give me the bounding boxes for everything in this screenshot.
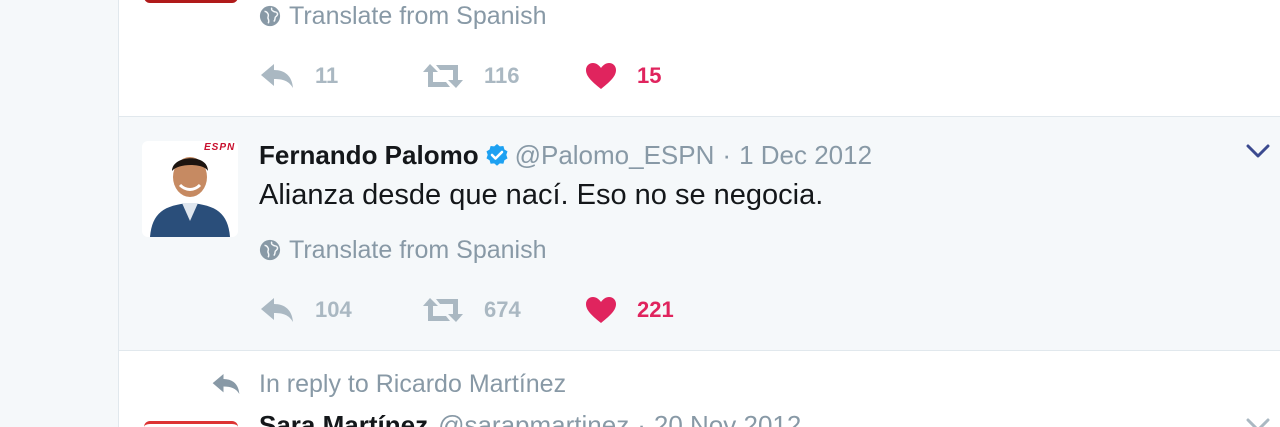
reply-count: 11 — [315, 63, 339, 88]
translate-label: Translate from Spanish — [289, 235, 547, 264]
reply-icon — [261, 64, 293, 88]
chevron-down-icon[interactable] — [1246, 417, 1270, 427]
tweet-header: Sara Martínez @sarapmartinez · 20 Nov 20… — [259, 407, 801, 427]
author-handle[interactable]: @Palomo_ESPN — [515, 140, 715, 171]
author-name[interactable]: Fernando Palomo — [259, 140, 479, 171]
separator: · — [637, 409, 646, 427]
globe-icon — [259, 239, 281, 261]
tweet-actions: 104 674 221 — [259, 292, 859, 328]
separator: · — [722, 139, 732, 170]
tweet-text: Alianza desde que nací. Eso no se negoci… — [259, 179, 824, 211]
avatar[interactable] — [144, 421, 238, 427]
heart-icon — [586, 297, 616, 323]
author-name[interactable]: Sara Martínez — [259, 410, 428, 427]
globe-icon — [259, 5, 281, 27]
tweet[interactable]: ESPN Fernando Palomo @Palomo_ESPN · 1 De… — [119, 117, 1280, 351]
like-button[interactable]: 15 — [585, 58, 661, 94]
tweet-actions: 11 116 15 — [259, 58, 859, 94]
like-count: 15 — [637, 63, 662, 88]
tweet-timestamp[interactable]: 1 Dec 2012 — [739, 140, 872, 171]
tweet[interactable]: In reply to Ricardo Martínez Sara Martín… — [119, 351, 1280, 427]
tweet-timestamp[interactable]: 20 Nov 2012 — [654, 410, 801, 427]
author-handle[interactable]: @sarapmartinez — [438, 410, 629, 427]
reply-count: 104 — [315, 297, 352, 322]
translate-link[interactable]: Translate from Spanish — [259, 235, 547, 265]
reply-button[interactable]: 104 — [259, 292, 352, 328]
retweet-count: 116 — [484, 63, 520, 88]
avatar[interactable] — [144, 0, 238, 3]
retweet-icon — [423, 298, 463, 322]
like-count: 221 — [637, 297, 674, 322]
avatar-badge: ESPN — [204, 142, 236, 153]
retweet-count: 674 — [484, 297, 521, 322]
reply-button[interactable]: 11 — [259, 58, 338, 94]
tweet[interactable]: Translate from Spanish 11 116 15 — [119, 0, 1280, 117]
verified-badge-icon — [486, 144, 508, 166]
retweet-icon — [423, 64, 463, 88]
like-button[interactable]: 221 — [585, 292, 674, 328]
timeline: Translate from Spanish 11 116 15 ESPN Fe… — [119, 0, 1280, 427]
reply-icon — [261, 298, 293, 322]
chevron-down-icon[interactable] — [1246, 143, 1270, 159]
tweet-header: Fernando Palomo @Palomo_ESPN · 1 Dec 201… — [259, 137, 872, 173]
retweet-button[interactable]: 116 — [422, 58, 520, 94]
retweet-button[interactable]: 674 — [422, 292, 521, 328]
left-gutter — [0, 0, 119, 427]
heart-icon — [586, 63, 616, 89]
avatar[interactable]: ESPN — [142, 141, 238, 237]
reply-context: In reply to Ricardo Martínez — [211, 369, 566, 399]
reply-context-link[interactable]: In reply to Ricardo Martínez — [259, 370, 566, 399]
reply-icon — [212, 374, 240, 394]
translate-link[interactable]: Translate from Spanish — [259, 1, 547, 31]
translate-label: Translate from Spanish — [289, 1, 547, 30]
avatar-image — [142, 141, 238, 237]
